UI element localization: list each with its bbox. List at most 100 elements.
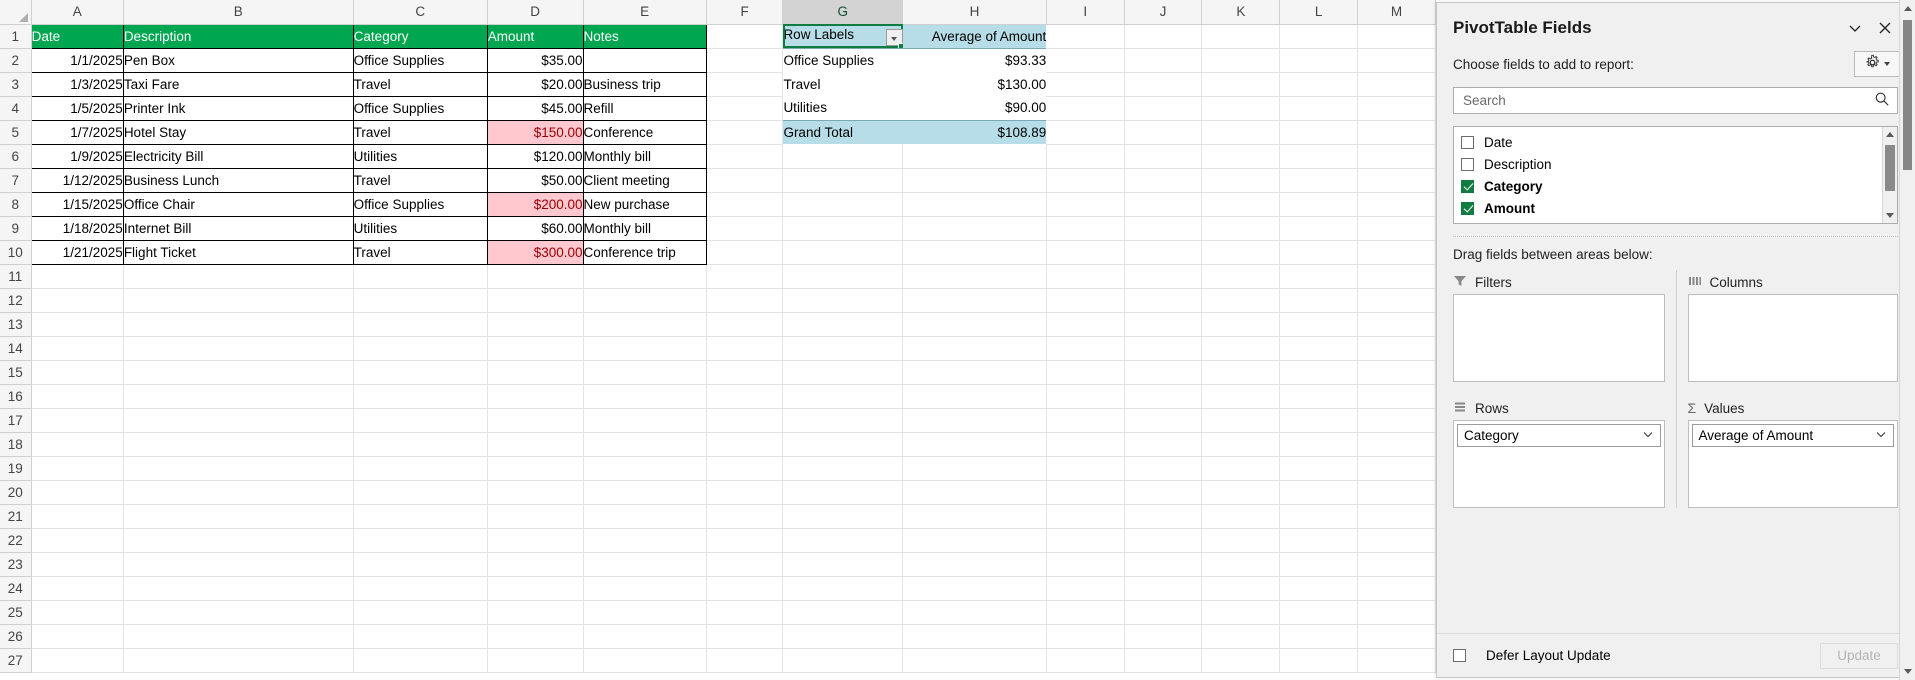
- source-cell-E5[interactable]: Conference: [582, 119, 707, 145]
- row-header-25[interactable]: 25: [0, 600, 32, 625]
- cell-A27[interactable]: [31, 648, 124, 673]
- pivot-row-value-4[interactable]: $90.00: [902, 96, 1047, 120]
- source-cell-A6[interactable]: 1/9/2025: [30, 143, 124, 169]
- row-header-7[interactable]: 7: [0, 168, 32, 193]
- cell-M7[interactable]: [1357, 168, 1436, 193]
- cell-H14[interactable]: [902, 336, 1047, 361]
- cell-G8[interactable]: [782, 192, 904, 217]
- cell-I5[interactable]: [1046, 120, 1125, 145]
- source-cell-B3[interactable]: Taxi Fare: [122, 71, 354, 97]
- cell-L19[interactable]: [1279, 456, 1359, 481]
- cell-C16[interactable]: [353, 384, 488, 409]
- cell-B12[interactable]: [123, 288, 354, 313]
- cell-I22[interactable]: [1046, 528, 1125, 553]
- cell-C20[interactable]: [353, 480, 488, 505]
- area-values-dropzone[interactable]: Average of Amount: [1687, 420, 1898, 508]
- column-header-C[interactable]: C: [353, 0, 488, 25]
- pivot-row-label-2[interactable]: Office Supplies: [782, 48, 903, 72]
- cell-M5[interactable]: [1357, 120, 1436, 145]
- cell-J27[interactable]: [1124, 648, 1203, 673]
- cell-B14[interactable]: [123, 336, 354, 361]
- cell-L7[interactable]: [1279, 168, 1359, 193]
- cell-M19[interactable]: [1357, 456, 1436, 481]
- pivot-row-label-3[interactable]: Travel: [782, 72, 903, 96]
- cell-I27[interactable]: [1046, 648, 1125, 673]
- defer-layout-update-toggle[interactable]: Defer Layout Update: [1453, 648, 1820, 663]
- cell-B27[interactable]: [123, 648, 354, 673]
- cell-I6[interactable]: [1046, 144, 1125, 169]
- cell-L4[interactable]: [1279, 96, 1359, 121]
- cell-K23[interactable]: [1201, 552, 1281, 577]
- source-cell-D3[interactable]: $20.00: [486, 71, 584, 97]
- cell-F27[interactable]: [706, 648, 784, 673]
- field-list-tools-button[interactable]: [1854, 51, 1900, 77]
- cell-I18[interactable]: [1046, 432, 1125, 457]
- source-cell-B2[interactable]: Pen Box: [122, 47, 354, 73]
- cell-C24[interactable]: [353, 576, 488, 601]
- cell-E14[interactable]: [583, 336, 707, 361]
- column-header-A[interactable]: A: [31, 0, 124, 25]
- cell-J8[interactable]: [1124, 192, 1203, 217]
- select-all-corner[interactable]: [0, 0, 32, 25]
- cell-G21[interactable]: [782, 504, 904, 529]
- cell-M22[interactable]: [1357, 528, 1436, 553]
- field-list-item-category[interactable]: Category: [1454, 175, 1897, 197]
- source-cell-E10[interactable]: Conference trip: [582, 239, 707, 265]
- source-cell-A9[interactable]: 1/18/2025: [30, 215, 124, 241]
- cell-A24[interactable]: [31, 576, 124, 601]
- source-cell-C3[interactable]: Travel: [352, 71, 488, 97]
- source-cell-E7[interactable]: Client meeting: [582, 167, 707, 193]
- cell-L17[interactable]: [1279, 408, 1359, 433]
- cell-I7[interactable]: [1046, 168, 1125, 193]
- row-header-16[interactable]: 16: [0, 384, 32, 409]
- pivot-filter-button[interactable]: [885, 28, 903, 46]
- cell-H15[interactable]: [902, 360, 1047, 385]
- cell-E24[interactable]: [583, 576, 707, 601]
- cell-C13[interactable]: [353, 312, 488, 337]
- cell-H19[interactable]: [902, 456, 1047, 481]
- cell-I1[interactable]: [1046, 24, 1125, 49]
- row-header-2[interactable]: 2: [0, 48, 32, 73]
- cell-L8[interactable]: [1279, 192, 1359, 217]
- cell-M13[interactable]: [1357, 312, 1436, 337]
- cell-A25[interactable]: [31, 600, 124, 625]
- cell-C18[interactable]: [353, 432, 488, 457]
- cell-H12[interactable]: [902, 288, 1047, 313]
- cell-E15[interactable]: [583, 360, 707, 385]
- cell-K12[interactable]: [1201, 288, 1281, 313]
- rows-field-pill[interactable]: Category: [1457, 424, 1661, 447]
- cell-L11[interactable]: [1279, 264, 1359, 289]
- cell-M24[interactable]: [1357, 576, 1436, 601]
- cell-A20[interactable]: [31, 480, 124, 505]
- cell-K11[interactable]: [1201, 264, 1281, 289]
- pane-scrollbar-thumb[interactable]: [1903, 20, 1912, 170]
- field-checkbox-description[interactable]: [1461, 157, 1474, 171]
- cell-F20[interactable]: [706, 480, 784, 505]
- cell-J12[interactable]: [1124, 288, 1203, 313]
- source-cell-D5[interactable]: $150.00: [486, 119, 584, 145]
- cell-I3[interactable]: [1046, 72, 1125, 97]
- cell-B19[interactable]: [123, 456, 354, 481]
- row-header-4[interactable]: 4: [0, 96, 32, 121]
- cell-K10[interactable]: [1201, 240, 1281, 265]
- cell-I10[interactable]: [1046, 240, 1125, 265]
- cell-A13[interactable]: [31, 312, 124, 337]
- cell-J26[interactable]: [1124, 624, 1203, 649]
- source-cell-A5[interactable]: 1/7/2025: [30, 119, 124, 145]
- cell-E17[interactable]: [583, 408, 707, 433]
- cell-J15[interactable]: [1124, 360, 1203, 385]
- cell-L10[interactable]: [1279, 240, 1359, 265]
- row-header-11[interactable]: 11: [0, 264, 32, 289]
- cell-F24[interactable]: [706, 576, 784, 601]
- pivottable-fields-pane[interactable]: PivotTable Fields Choose fields to add t…: [1436, 2, 1915, 678]
- pivot-grand-total-label[interactable]: Grand Total: [782, 119, 903, 144]
- cell-E26[interactable]: [583, 624, 707, 649]
- cell-J22[interactable]: [1124, 528, 1203, 553]
- row-header-3[interactable]: 3: [0, 72, 32, 97]
- cell-L14[interactable]: [1279, 336, 1359, 361]
- cell-B21[interactable]: [123, 504, 354, 529]
- cell-D15[interactable]: [487, 360, 584, 385]
- row-header-15[interactable]: 15: [0, 360, 32, 385]
- cell-K3[interactable]: [1201, 72, 1281, 97]
- cell-F7[interactable]: [706, 168, 784, 193]
